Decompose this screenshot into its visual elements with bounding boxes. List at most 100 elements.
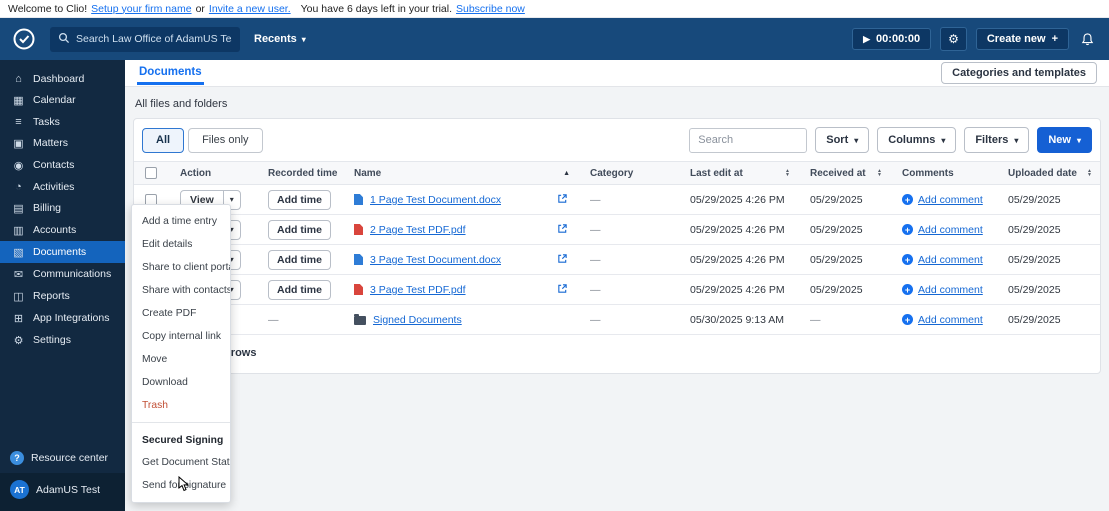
create-new-button[interactable]: Create new + <box>975 28 1069 50</box>
briefcase-icon: ▣ <box>13 137 24 150</box>
last-edit-cell: 05/29/2025 4:26 PM <box>690 253 785 266</box>
calendar-icon: ▦ <box>13 94 24 107</box>
sidebar-item-label: Documents <box>33 246 87 258</box>
open-external-icon[interactable] <box>557 283 568 297</box>
notifications-bell-icon[interactable] <box>1078 32 1097 47</box>
received-cell: — <box>810 313 821 326</box>
menu-item-share-client-portal[interactable]: Share to client portal <box>132 256 230 279</box>
sort-icon[interactable] <box>785 169 790 178</box>
setup-firm-name-link[interactable]: Setup your firm name <box>91 3 191 15</box>
add-time-button[interactable]: Add time <box>268 249 331 270</box>
filter-files-only-button[interactable]: Files only <box>188 127 263 153</box>
chevron-down-icon: ▾ <box>1014 135 1019 145</box>
chevron-down-icon: ▾ <box>301 34 306 44</box>
sidebar-item-contacts[interactable]: ◉ Contacts <box>0 154 125 176</box>
columns-button[interactable]: Columns ▾ <box>877 127 957 153</box>
add-comment-link[interactable]: Add comment <box>918 194 983 206</box>
pdf-file-icon <box>354 284 363 295</box>
sidebar-item-activities[interactable]: ◔ Activities <box>0 176 125 197</box>
user-avatar: AT <box>10 480 29 499</box>
open-external-icon[interactable] <box>557 253 568 267</box>
recents-dropdown[interactable]: Recents ▾ <box>254 33 306 45</box>
invite-new-user-link[interactable]: Invite a new user. <box>209 3 291 15</box>
envelope-icon: ✉ <box>13 268 24 281</box>
add-time-button[interactable]: Add time <box>268 279 331 300</box>
table-row[interactable]: View ▾ Add time 3 Page Test Document.doc… <box>134 245 1100 275</box>
document-link[interactable]: 3 Page Test Document.docx <box>370 254 501 266</box>
menu-item-trash[interactable]: Trash <box>132 394 230 417</box>
column-header-category: Category <box>590 167 634 179</box>
subscribe-now-link[interactable]: Subscribe now <box>456 3 525 15</box>
tab-documents[interactable]: Documents <box>137 61 204 85</box>
sort-ascending-icon[interactable]: ▲ <box>563 170 570 177</box>
add-time-button[interactable]: Add time <box>268 189 331 210</box>
sort-icon[interactable] <box>877 169 882 178</box>
menu-item-download[interactable]: Download <box>132 371 230 394</box>
table-row[interactable]: View ▾ Add time 1 Page Test Document.doc… <box>134 185 1100 215</box>
document-link[interactable]: 3 Page Test PDF.pdf <box>370 284 466 296</box>
timer-settings-button[interactable]: ⚙ <box>940 27 967 51</box>
document-link[interactable]: 2 Page Test PDF.pdf <box>370 224 466 236</box>
table-row[interactable]: View ▾ Add time 2 Page Test PDF.pdf — 05… <box>134 215 1100 245</box>
menu-item-create-pdf[interactable]: Create PDF <box>132 302 230 325</box>
categories-and-templates-button[interactable]: Categories and templates <box>941 62 1097 84</box>
uploaded-cell: 05/29/2025 <box>1008 313 1061 326</box>
menu-item-add-time-entry[interactable]: Add a time entry <box>132 210 230 233</box>
uploaded-cell: 05/29/2025 <box>1008 253 1061 266</box>
open-external-icon[interactable] <box>557 193 568 207</box>
sidebar: ⌂ Dashboard ▦ Calendar ≡ Tasks ▣ Matters ◉ Co… <box>0 60 125 511</box>
column-header-uploaded[interactable]: Uploaded date <box>996 168 1100 179</box>
sidebar-item-settings[interactable]: ⚙ Settings <box>0 329 125 351</box>
filter-all-button[interactable]: All <box>142 127 185 153</box>
open-external-icon[interactable] <box>557 223 568 237</box>
global-search-input[interactable] <box>76 33 232 45</box>
global-search-field[interactable] <box>50 26 240 52</box>
menu-item-edit-details[interactable]: Edit details <box>132 233 230 256</box>
sidebar-item-calendar[interactable]: ▦ Calendar <box>0 89 125 111</box>
clio-logo-icon[interactable] <box>12 27 36 51</box>
user-menu[interactable]: AT AdamUS Test <box>0 473 125 511</box>
sidebar-item-dashboard[interactable]: ⌂ Dashboard <box>0 68 125 89</box>
add-time-button[interactable]: Add time <box>268 219 331 240</box>
add-comment-link[interactable]: Add comment <box>918 254 983 266</box>
sidebar-item-app-integrations[interactable]: ⊞ App Integrations <box>0 307 125 329</box>
folder-link[interactable]: Signed Documents <box>373 314 462 326</box>
select-all-checkbox[interactable] <box>145 167 157 179</box>
received-header-label: Received at <box>810 167 866 179</box>
documents-search-input[interactable] <box>689 127 808 153</box>
column-header-received[interactable]: Received at <box>798 168 890 179</box>
filters-button[interactable]: Filters ▾ <box>964 127 1030 153</box>
add-comment-link[interactable]: Add comment <box>918 224 983 236</box>
menu-item-copy-internal-link[interactable]: Copy internal link <box>132 325 230 348</box>
column-header-last-edit[interactable]: Last edit at <box>678 168 798 179</box>
timer-button[interactable]: ▶ 00:00:00 <box>852 28 932 50</box>
table-row[interactable]: View ▾ Add time 3 Page Test PDF.pdf — 05… <box>134 275 1100 305</box>
banner-welcome-text: Welcome to Clio! <box>8 2 88 15</box>
menu-item-get-document-status[interactable]: Get Document Status <box>132 451 230 474</box>
sidebar-item-communications[interactable]: ✉ Communications <box>0 263 125 285</box>
sidebar-item-billing[interactable]: ▤ Billing <box>0 197 125 219</box>
category-cell: — <box>590 253 601 266</box>
add-comment-link[interactable]: Add comment <box>918 284 983 296</box>
sidebar-item-label: Communications <box>33 268 112 280</box>
sidebar-item-label: Settings <box>33 334 71 346</box>
sidebar-item-tasks[interactable]: ≡ Tasks <box>0 111 125 132</box>
last-edit-cell: 05/29/2025 4:26 PM <box>690 223 785 236</box>
menu-item-share-with-contacts[interactable]: Share with contacts <box>132 279 230 302</box>
timer-value: 00:00:00 <box>876 33 921 45</box>
add-comment-link[interactable]: Add comment <box>918 314 983 326</box>
add-comment-plus-icon: + <box>902 224 913 235</box>
sidebar-item-documents[interactable]: ▧ Documents <box>0 241 125 263</box>
resource-center-button[interactable]: ? Resource center <box>0 443 125 473</box>
sidebar-item-accounts[interactable]: ▥ Accounts <box>0 219 125 241</box>
table-row[interactable]: — — Signed Documents — 05/30/2025 9:13 A… <box>134 305 1100 335</box>
sidebar-item-matters[interactable]: ▣ Matters <box>0 132 125 154</box>
column-header-name[interactable]: Name ▲ <box>342 168 578 179</box>
new-button[interactable]: New ▾ <box>1037 127 1092 153</box>
chevron-down-icon: ▾ <box>941 135 946 145</box>
document-link[interactable]: 1 Page Test Document.docx <box>370 194 501 206</box>
sort-icon[interactable] <box>1087 169 1092 178</box>
sidebar-item-reports[interactable]: ◫ Reports <box>0 285 125 307</box>
sort-button[interactable]: Sort ▾ <box>815 127 870 153</box>
menu-item-move[interactable]: Move <box>132 348 230 371</box>
